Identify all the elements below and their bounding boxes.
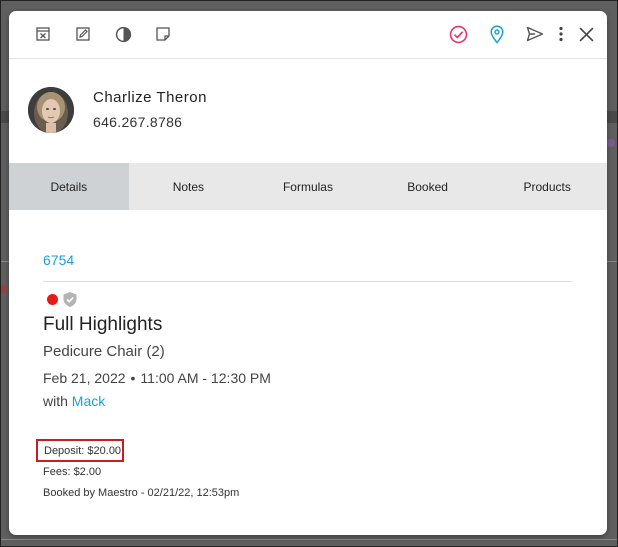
appointment-details-modal: Charlize Theron 646.267.8786 Details Not… xyxy=(9,11,607,535)
background-grid-line xyxy=(1,261,9,262)
deposit-text: Deposit: $20.00 xyxy=(44,444,122,457)
check-in-icon[interactable] xyxy=(448,24,468,44)
shield-check-icon xyxy=(62,291,78,308)
location-icon[interactable] xyxy=(487,24,507,44)
more-vertical-icon[interactable] xyxy=(551,24,571,44)
tab-details[interactable]: Details xyxy=(9,163,129,210)
tab-booked[interactable]: Booked xyxy=(368,163,488,210)
screenshot-frame: Charlize Theron 646.267.8786 Details Not… xyxy=(0,0,618,547)
detail-tabs: Details Notes Formulas Booked Products xyxy=(9,163,607,210)
client-name: Charlize Theron xyxy=(93,89,207,106)
client-phone: 646.267.8786 xyxy=(93,114,183,130)
with-label: with xyxy=(43,393,68,409)
tab-formulas[interactable]: Formulas xyxy=(248,163,368,210)
client-avatar[interactable] xyxy=(28,87,74,133)
background-event-marker xyxy=(607,139,615,147)
details-panel: 6754 Full Highlights Pedicure Chair (2) … xyxy=(9,210,607,535)
appointment-datetime: Feb 21, 2022 • 11:00 AM - 12:30 PM xyxy=(43,370,271,386)
background-event-marker-red xyxy=(1,285,5,293)
staff-line: with Mack xyxy=(43,393,105,409)
edit-icon[interactable] xyxy=(73,24,93,44)
send-icon[interactable] xyxy=(525,24,545,44)
appointment-date: Feb 21, 2022 xyxy=(43,370,126,386)
note-icon[interactable] xyxy=(153,24,173,44)
background-header-bar xyxy=(1,111,9,123)
appointment-time: 11:00 AM - 12:30 PM xyxy=(140,370,271,386)
close-icon[interactable] xyxy=(576,24,596,44)
fees-amount: Fees: $2.00 xyxy=(43,466,102,478)
contrast-icon[interactable] xyxy=(113,24,133,44)
background-grid-line-right xyxy=(607,261,617,262)
client-profile: Charlize Theron 646.267.8786 xyxy=(9,59,607,163)
status-dot xyxy=(47,294,58,305)
tab-notes[interactable]: Notes xyxy=(129,163,249,210)
booked-by: Booked by Maestro - 02/21/22, 12:53pm xyxy=(43,487,240,499)
resource-name: Pedicure Chair (2) xyxy=(43,343,165,360)
modal-toolbar xyxy=(9,11,607,59)
bullet-separator: • xyxy=(130,370,136,386)
divider xyxy=(43,281,572,282)
appointment-id-link[interactable]: 6754 xyxy=(43,252,74,268)
service-name: Full Highlights xyxy=(43,314,163,335)
staff-link[interactable]: Mack xyxy=(72,393,105,409)
deposit-amount: Deposit: $20.00 xyxy=(36,439,124,462)
background-header-bar-right xyxy=(607,111,617,123)
cancel-appointment-icon[interactable] xyxy=(33,24,53,44)
background-grid-line-bottom xyxy=(1,539,617,540)
tab-products[interactable]: Products xyxy=(487,163,607,210)
